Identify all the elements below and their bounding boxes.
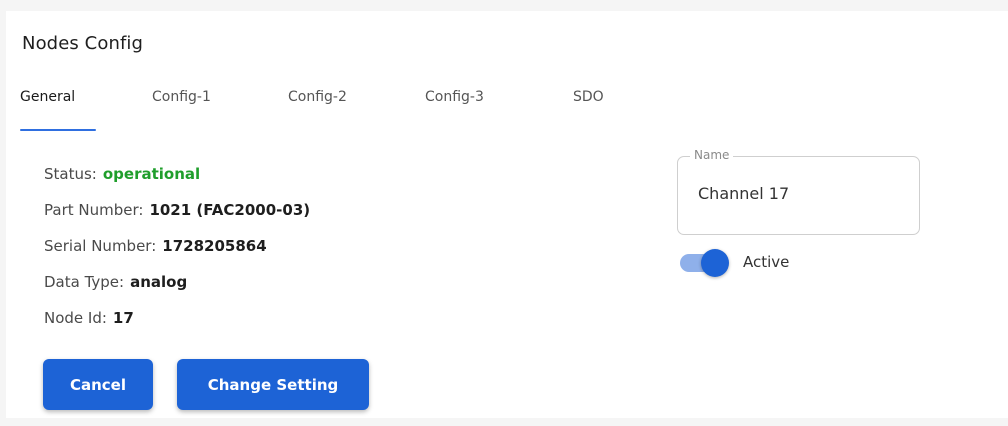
node-id-row: Node Id: 17 (44, 309, 134, 327)
name-input[interactable] (698, 184, 898, 203)
data-type-value: analog (130, 273, 188, 291)
change-setting-button[interactable]: Change Setting (177, 359, 369, 410)
name-field-label: Name (690, 148, 734, 162)
status-row: Status: operational (44, 165, 200, 183)
part-number-row: Part Number: 1021 (FAC2000-03) (44, 201, 310, 219)
node-id-label: Node Id: (44, 309, 107, 327)
node-id-value: 17 (112, 309, 134, 327)
active-toggle-label: Active (743, 253, 790, 271)
tab-general[interactable]: General (20, 89, 75, 105)
tab-sdo[interactable]: SDO (573, 89, 604, 105)
page-title: Nodes Config (22, 33, 144, 54)
tab-config-1[interactable]: Config-1 (152, 89, 211, 105)
tab-config-3[interactable]: Config-3 (425, 89, 484, 105)
nodes-config-panel: Nodes Config General Config-1 Config-2 C… (6, 11, 1008, 418)
serial-number-value: 1728205864 (162, 237, 267, 255)
active-toggle[interactable] (680, 249, 730, 277)
status-label: Status: (44, 165, 97, 183)
status-value: operational (102, 165, 201, 183)
cancel-button[interactable]: Cancel (43, 359, 153, 410)
data-type-label: Data Type: (44, 273, 125, 291)
name-field: Name (677, 148, 920, 235)
serial-number-row: Serial Number: 1728205864 (44, 237, 267, 255)
toggle-thumb (701, 249, 729, 277)
part-number-label: Part Number: (44, 201, 144, 219)
tab-config-2[interactable]: Config-2 (288, 89, 347, 105)
part-number-value: 1021 (FAC2000-03) (149, 201, 311, 219)
active-tab-indicator (20, 129, 96, 131)
serial-number-label: Serial Number: (44, 237, 157, 255)
data-type-row: Data Type: analog (44, 273, 187, 291)
